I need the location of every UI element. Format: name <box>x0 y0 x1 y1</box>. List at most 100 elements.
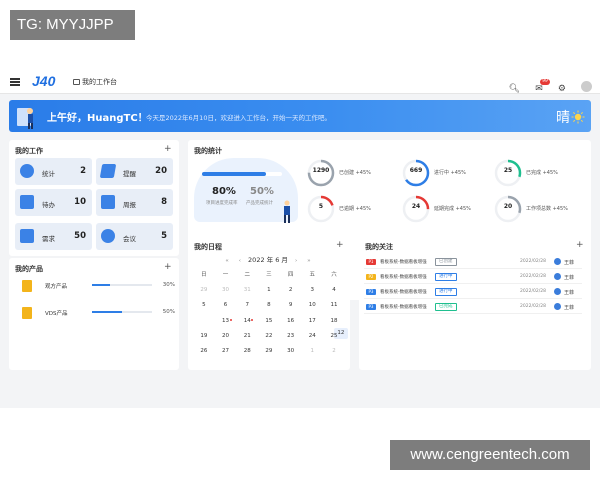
ring-delta: +45% <box>355 206 371 212</box>
stats-icon <box>20 164 34 178</box>
reminder-icon <box>99 164 117 178</box>
ring-label: 延期完成 +45% <box>434 205 471 212</box>
focus-row[interactable]: P1 看板系统-数据看板增强 已创建 2022/02/28 王菲 <box>364 258 582 269</box>
ring-delta: +45% <box>455 206 471 212</box>
calendar-day[interactable]: 4 <box>323 285 345 300</box>
product-percent: 30% <box>162 282 175 288</box>
focus-date: 2022/02/28 <box>520 274 546 279</box>
avatar <box>554 288 561 295</box>
product-item[interactable]: 观方产品 30% <box>15 278 177 298</box>
day-number: 31 <box>243 287 251 294</box>
calendar-day[interactable]: 2 <box>280 285 302 300</box>
tile-label: 周报 <box>123 201 136 209</box>
app-logo[interactable]: J40 <box>32 73 55 89</box>
work-tile[interactable]: 统计 2 <box>15 158 92 185</box>
prev-month-icon[interactable]: ‹ <box>239 258 241 264</box>
schedule-title: 我的日程 <box>194 243 222 251</box>
weekday-label: 日 <box>201 272 207 278</box>
focus-row[interactable]: P2 看板系统-数据看板增强 进行中 2022/02/28 王菲 <box>364 273 582 284</box>
add-icon[interactable]: + <box>164 262 172 272</box>
day-number: 24 <box>308 332 316 339</box>
calendar-day[interactable]: 1 <box>258 285 280 300</box>
calendar-day[interactable]: 6 <box>215 300 237 315</box>
calendar-day[interactable]: 28 <box>236 346 258 361</box>
calendar-day[interactable]: 11 <box>323 300 345 315</box>
work-tile[interactable]: 周报 8 <box>96 189 173 216</box>
calendar-day[interactable]: 23 <box>280 331 302 346</box>
focus-row[interactable]: P3 看板系统-数据看板增强 进行中 2022/02/28 王菲 <box>364 288 582 299</box>
status-badge: 进行中 <box>435 273 457 281</box>
product-item[interactable]: VDS产品 50% <box>15 305 177 325</box>
next-year-icon[interactable]: » <box>307 258 310 264</box>
calendar-day[interactable]: 7 <box>236 300 258 315</box>
ring-label-text: 进行中 <box>434 170 450 176</box>
calendar-day[interactable]: 22 <box>258 331 280 346</box>
ring-label-text: 延期完成 <box>434 206 455 212</box>
calendar-day[interactable]: 29 <box>258 346 280 361</box>
calendar-day[interactable]: 19 <box>193 331 215 346</box>
menu-icon[interactable] <box>10 78 20 86</box>
avatar[interactable] <box>581 81 592 92</box>
calendar-day[interactable]: 29 <box>193 285 215 300</box>
calendar-day[interactable]: 1 <box>301 346 323 361</box>
calendar-day[interactable]: 16 <box>280 316 302 331</box>
calendar-day[interactable]: 30 <box>280 346 302 361</box>
day-number: 26 <box>200 347 208 354</box>
stat-ring: 24 延期完成 +45% <box>401 194 493 224</box>
person-illustration-icon <box>17 108 33 129</box>
calendar-day[interactable]: 15 <box>258 316 280 331</box>
workspace-tab[interactable]: 我的工作台 <box>73 77 117 87</box>
calendar-day[interactable]: 10 <box>301 300 323 315</box>
ring-value: 1290 <box>312 167 330 174</box>
big-stat-1-value: 80% <box>212 186 236 197</box>
work-tile[interactable]: 会议 5 <box>96 223 173 250</box>
focus-card: 我的关注 + P1 看板系统-数据看板增强 已创建 2022/02/28 王菲 P2 看板系… <box>359 236 591 370</box>
calendar-day[interactable]: 27 <box>215 346 237 361</box>
calendar-day[interactable]: 21 <box>236 331 258 346</box>
calendar-day[interactable]: 25 <box>323 331 345 346</box>
calendar-day[interactable]: 18 <box>323 316 345 331</box>
weekday-label: 四 <box>287 272 294 278</box>
product-icon <box>22 280 32 292</box>
work-tile[interactable]: 需求 50 <box>15 223 92 250</box>
focus-user: 王菲 <box>564 260 575 266</box>
day-number: 23 <box>287 332 295 339</box>
next-month-icon[interactable]: › <box>295 258 297 264</box>
status-badge: 进行中 <box>435 288 457 296</box>
calendar-day[interactable]: 8 <box>258 300 280 315</box>
work-tile[interactable]: 提醒 20 <box>96 158 173 185</box>
settings-icon[interactable]: ⚙ <box>558 83 566 95</box>
focus-date: 2022/02/28 <box>520 289 546 294</box>
add-icon[interactable]: + <box>164 144 172 154</box>
add-icon[interactable]: + <box>336 240 344 250</box>
add-icon[interactable]: + <box>576 240 584 250</box>
calendar-day[interactable]: 2 <box>323 346 345 361</box>
day-number: 13 <box>222 317 230 324</box>
focus-row[interactable]: P3 看板系统-数据看板增强 已完成 2022/02/28 王菲 <box>364 303 582 314</box>
calendar-day[interactable]: 3 <box>301 285 323 300</box>
calendar-day[interactable]: 17 <box>301 316 323 331</box>
day-number: 8 <box>267 302 271 309</box>
avatar <box>554 258 561 265</box>
stat-ring: 20 工作项总数 +45% <box>493 194 585 224</box>
todo-icon <box>20 195 34 209</box>
calendar-day[interactable]: 9 <box>280 300 302 315</box>
work-tile[interactable]: 待办 10 <box>15 189 92 216</box>
calendar-day[interactable]: 14 <box>236 316 258 331</box>
watermark-top: TG: MYYJJPP <box>10 10 135 40</box>
calendar-day[interactable]: 30 <box>215 285 237 300</box>
ring-label-text: 已完成 <box>526 170 542 176</box>
calendar-day[interactable]: 24 <box>301 331 323 346</box>
stat-ring: 669 进行中 +45% <box>401 158 493 188</box>
schedule-card: 我的日程 + «‹ 2022 年 6 月 ›» 日一二三四五六 29 30 31 1 2 3… <box>188 236 350 370</box>
calendar-day[interactable]: 13 <box>215 316 237 331</box>
calendar-day[interactable]: 26 <box>193 346 215 361</box>
calendar-day[interactable]: 5 <box>193 300 215 315</box>
prev-year-icon[interactable]: « <box>225 258 228 264</box>
calendar-day[interactable]: 20 <box>215 331 237 346</box>
calendar-day[interactable]: 31 <box>236 285 258 300</box>
mail-icon[interactable]: ✉ 99 <box>535 79 550 95</box>
tile-label: 提醒 <box>123 170 136 178</box>
search-icon[interactable]: 🔍︎ <box>509 83 520 95</box>
my-products-card: 我的产品 + 观方产品 30% VDS产品 50% <box>9 258 179 370</box>
